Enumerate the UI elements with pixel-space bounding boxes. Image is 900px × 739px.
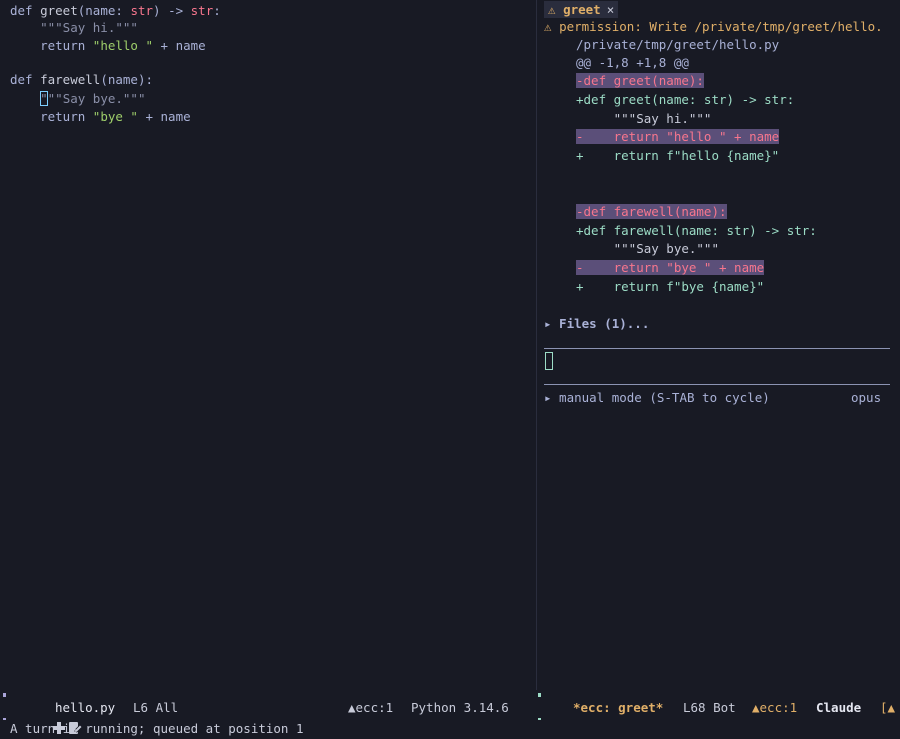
- diff-line: """Say bye.""": [576, 241, 719, 256]
- buffer-name[interactable]: hello.py: [55, 697, 115, 718]
- permission-text: permission: Write /private/tmp/greet/hel…: [559, 19, 883, 34]
- diff-line: - return "hello " + name: [576, 128, 780, 146]
- keyword: return: [40, 38, 93, 53]
- prompt-bottom-rule: [544, 384, 890, 385]
- right-modeline: *ecc: greet* L68 Bot ▲ecc:1 Claude [▲: [537, 697, 900, 718]
- tab-greet[interactable]: ⚠ greet ×: [544, 1, 619, 18]
- code-line-6[interactable]: """Say bye.""": [10, 90, 145, 108]
- tab-label: greet: [563, 2, 601, 17]
- colon: :: [213, 3, 221, 18]
- code-line-2[interactable]: """Say hi.""": [10, 19, 138, 37]
- diff-deleted: -def farewell(name):: [576, 204, 727, 219]
- diff-line: +def greet(name: str) -> str:: [576, 92, 795, 107]
- docstring-open: ": [40, 91, 48, 106]
- expression: + name: [153, 38, 206, 53]
- code-line-3[interactable]: return "hello " + name: [10, 37, 206, 55]
- params: (name):: [100, 72, 154, 87]
- type-annotation: str: [130, 3, 154, 18]
- return-type: str: [190, 3, 214, 18]
- function-name: farewell: [40, 72, 101, 87]
- claude-pane[interactable]: ⚠ greet × ⚠ permission: Write /private/tm…: [537, 0, 900, 690]
- major-mode[interactable]: Claude: [816, 697, 861, 718]
- mode-indicator[interactable]: ▸ manual mode (S-TAB to cycle): [544, 389, 770, 407]
- code-line-1[interactable]: def greet(name: str) -> str:: [10, 2, 221, 20]
- file-path: /private/tmp/greet/hello.py: [576, 37, 780, 52]
- diff-line: - return "bye " + name: [576, 259, 765, 277]
- diff-line: +def farewell(name: str) -> str:: [576, 223, 817, 238]
- code-line-7[interactable]: return "bye " + name: [10, 108, 191, 126]
- expression: + name: [137, 109, 191, 124]
- editor-pane[interactable]: def greet(name: str) -> str: """Say hi."…: [0, 0, 536, 690]
- warning-icon: ⚠: [548, 2, 564, 17]
- warning-icon: ⚠: [544, 19, 560, 34]
- hunk-header: @@ -1,8 +1,8 @@: [576, 55, 689, 70]
- prompt-top-rule: [544, 348, 890, 349]
- prompt-input[interactable]: [545, 352, 553, 370]
- major-mode[interactable]: Python 3.14.6: [411, 697, 509, 718]
- keyword: def: [10, 3, 41, 18]
- cursor-position: L68 Bot: [683, 700, 736, 715]
- keyword: return: [40, 109, 93, 124]
- docstring: ""Say bye.""": [47, 91, 146, 106]
- params: (name:: [77, 3, 131, 18]
- model-label: opus: [851, 390, 882, 405]
- echo-area: A turn is running; queued at position 1: [10, 721, 304, 736]
- string-literal: "hello ": [92, 38, 154, 53]
- diagnostics-count: ecc:1: [355, 700, 394, 715]
- diff-line: + return f"hello {name}": [576, 148, 780, 163]
- close-icon[interactable]: ×: [607, 2, 615, 17]
- string-literal: "bye ": [92, 109, 138, 124]
- buffer-name[interactable]: *ecc: greet*: [573, 697, 663, 718]
- diagnostics-count: ecc:1: [759, 700, 798, 715]
- diff-line: -def greet(name):: [576, 72, 704, 90]
- warning-icon: ▲: [752, 700, 760, 715]
- cursor-position: L6 All: [133, 700, 179, 715]
- diff-deleted: -def greet(name):: [576, 73, 704, 88]
- overflow-indicator: [▲: [880, 700, 896, 715]
- diagnostics[interactable]: ▲ecc:1: [752, 697, 797, 718]
- code-line-5[interactable]: def farewell(name):: [10, 71, 153, 89]
- left-modeline: hello.py L6 All ▲ecc:1 Python 3.14.6: [0, 697, 536, 734]
- diff-line: -def farewell(name):: [576, 203, 727, 221]
- diff-line: """Say hi.""": [576, 111, 712, 126]
- warning-icon: ▲: [348, 700, 356, 715]
- function-name: greet: [40, 3, 78, 18]
- diff-line: + return f"bye {name}": [576, 279, 765, 294]
- keyword: def: [10, 72, 41, 87]
- diff-deleted: - return "hello " + name: [576, 129, 780, 144]
- arrow: ) ->: [153, 3, 191, 18]
- diagnostics[interactable]: ▲ecc:1: [348, 697, 393, 718]
- diff-deleted: - return "bye " + name: [576, 260, 765, 275]
- tab-bar: ⚠ greet ×: [537, 0, 900, 18]
- files-toggle[interactable]: ▸ Files (1)...: [544, 315, 649, 333]
- permission-line: ⚠ permission: Write /private/tmp/greet/h…: [544, 18, 883, 36]
